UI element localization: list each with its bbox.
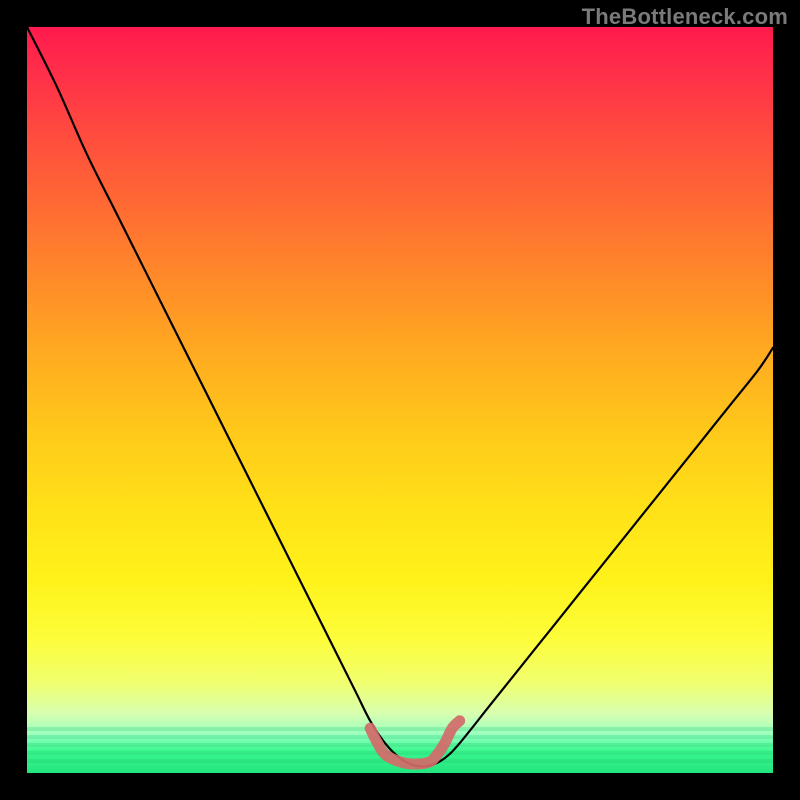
watermark-text: TheBottleneck.com <box>582 4 788 30</box>
series-bottleneck-curve <box>27 27 773 766</box>
chart-svg <box>27 27 773 773</box>
plot-area <box>27 27 773 773</box>
chart-frame: TheBottleneck.com <box>0 0 800 800</box>
